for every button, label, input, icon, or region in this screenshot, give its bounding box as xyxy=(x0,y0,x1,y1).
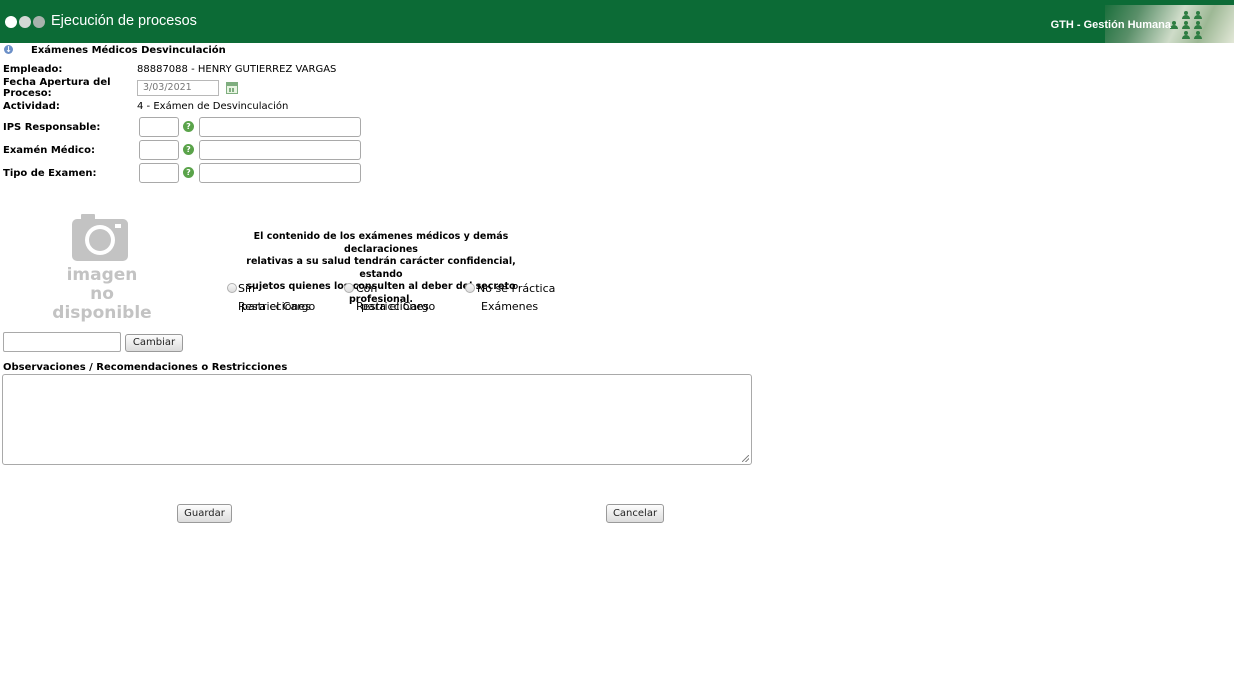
image-placeholder-line2: no disponible xyxy=(52,284,152,323)
save-button[interactable]: Guardar xyxy=(177,504,232,523)
examen-code-input[interactable] xyxy=(139,140,179,160)
actividad-label: Actividad: xyxy=(3,101,60,112)
fecha-apertura-field[interactable]: 3/03/2021 xyxy=(137,80,219,96)
ips-label: IPS Responsable: xyxy=(3,122,101,133)
notice-line: relativas a su salud tendrán carácter co… xyxy=(246,256,516,280)
help-icon[interactable]: ? xyxy=(183,121,194,132)
examen-label: Examén Médico: xyxy=(3,145,95,156)
dot-icon xyxy=(5,16,17,28)
option-label: para el Cargo xyxy=(361,300,436,313)
dot-icon xyxy=(19,16,31,28)
camera-icon xyxy=(72,214,128,261)
help-icon[interactable]: ? xyxy=(183,167,194,178)
observations-textarea[interactable] xyxy=(2,374,752,465)
help-icon[interactable]: ? xyxy=(183,144,194,155)
page-title: Ejecución de procesos xyxy=(51,13,197,29)
ips-name-input[interactable] xyxy=(199,117,361,137)
ips-code-input[interactable] xyxy=(139,117,179,137)
option-label: Exámenes xyxy=(481,300,539,313)
tipo-label: Tipo de Examen: xyxy=(3,168,97,179)
image-placeholder-line1: imagen xyxy=(66,265,138,285)
tipo-code-input[interactable] xyxy=(139,163,179,183)
cancel-button[interactable]: Cancelar xyxy=(606,504,664,523)
actividad-value: 4 - Exámen de Desvinculación xyxy=(137,101,289,112)
examen-name-input[interactable] xyxy=(199,140,361,160)
radio-con-restricciones[interactable] xyxy=(344,283,354,293)
image-placeholder-text: imagen no disponible xyxy=(40,266,164,323)
app-header: Ejecución de procesos GTH - Gestión Huma… xyxy=(0,0,1234,43)
empleado-label: Empleado: xyxy=(3,64,63,75)
info-down-icon[interactable]: ↓ xyxy=(4,45,13,54)
empleado-value: 88887088 - HENRY GUTIERREZ VARGAS xyxy=(137,64,337,75)
section-title: Exámenes Médicos Desvinculación xyxy=(31,45,226,56)
tipo-name-input[interactable] xyxy=(199,163,361,183)
fecha-label-line2: Proceso: xyxy=(3,88,52,99)
people-icon xyxy=(1168,9,1212,39)
photo-file-input[interactable] xyxy=(3,332,121,352)
resize-handle-icon[interactable] xyxy=(742,455,749,462)
option-label: No se Práctica xyxy=(477,282,556,295)
radio-sin-restricciones[interactable] xyxy=(227,283,237,293)
change-photo-button[interactable]: Cambiar xyxy=(125,334,183,352)
fecha-label-line1: Fecha Apertura del xyxy=(3,77,111,88)
dot-icon xyxy=(33,16,45,28)
option-label: para el Cargo xyxy=(241,300,316,313)
calendar-icon[interactable] xyxy=(226,82,238,94)
radio-no-practica[interactable] xyxy=(465,283,475,293)
brand-name: GTH - Gestión Humana xyxy=(1050,19,1171,31)
notice-line: El contenido de los exámenes médicos y d… xyxy=(253,231,509,255)
observations-label: Observaciones / Recomendaciones o Restri… xyxy=(3,362,288,373)
